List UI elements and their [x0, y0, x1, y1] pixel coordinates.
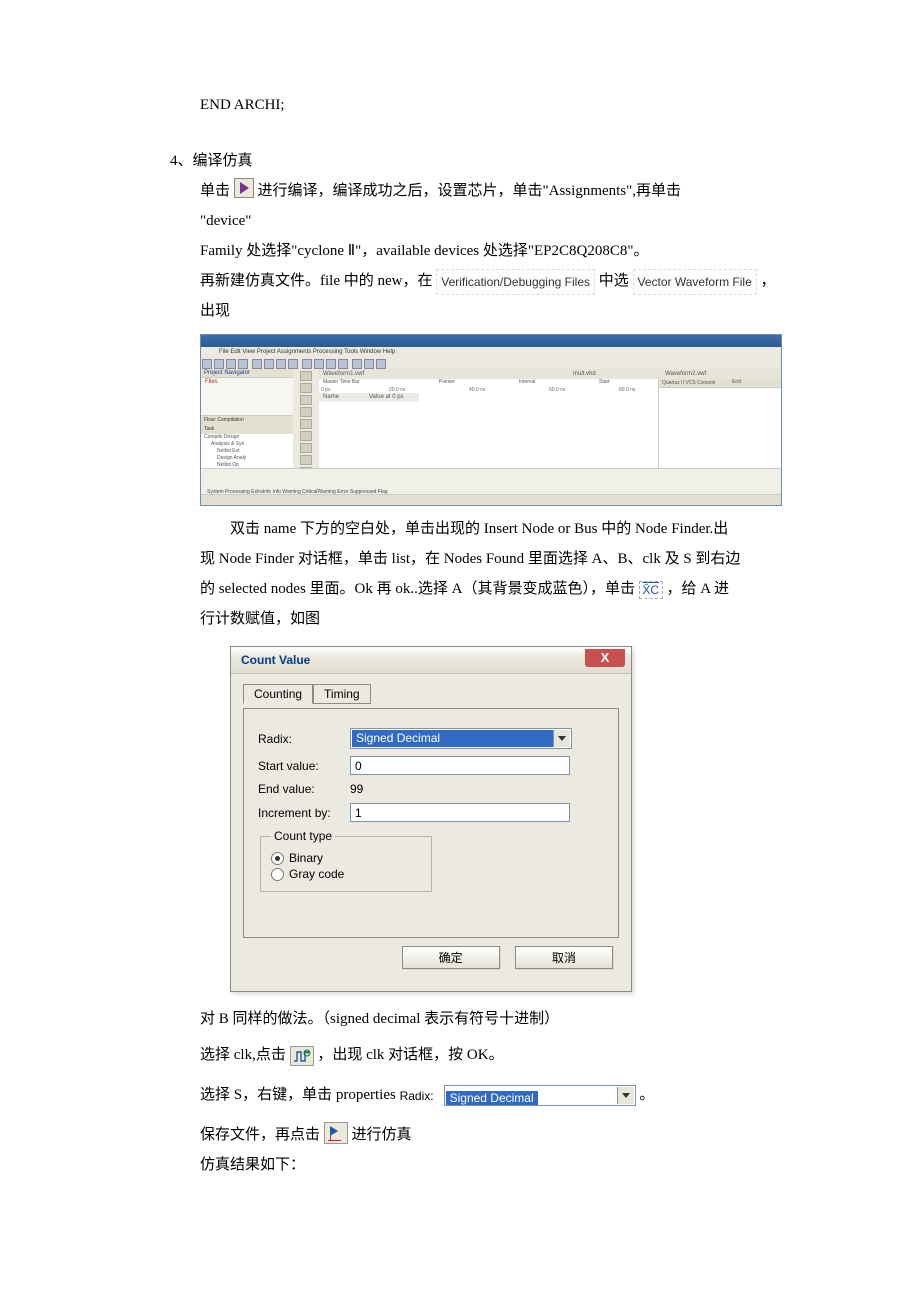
radio-binary[interactable]: Binary: [271, 851, 421, 865]
count-type-legend: Count type: [271, 829, 335, 843]
tree-item: Netlist Ext: [201, 448, 293, 455]
paragraph: Family 处选择"cyclone Ⅱ"，available devices …: [200, 236, 850, 266]
chevron-down-icon[interactable]: [553, 730, 570, 747]
count-type-group: Count type Binary Gray code: [260, 829, 432, 892]
count-value-dialog: Count Value X CountingTiming Radix: Sign…: [230, 646, 632, 992]
close-button[interactable]: X: [585, 649, 625, 667]
quartus-screenshot: File Edit View Project Assignments Proce…: [200, 334, 782, 506]
paragraph: 仿真结果如下：: [200, 1150, 850, 1180]
radix-select[interactable]: Signed Decimal: [350, 728, 572, 749]
text: 再新建仿真文件。file 中的 new，在: [200, 273, 436, 289]
tree-item: Compile Design: [201, 434, 293, 441]
cancel-button[interactable]: 取消: [515, 946, 613, 969]
nav-files: Files: [201, 378, 293, 386]
paragraph: 选择 clk,点击 ，出现 clk 对话框，按 OK。: [200, 1040, 850, 1070]
right-panel: Quartus II VCS Console End: [658, 379, 781, 469]
dialog-title: Count Value: [241, 653, 310, 667]
chevron-down-icon[interactable]: [617, 1087, 634, 1104]
inline-image-label: Verification/Debugging Files: [436, 269, 595, 295]
paragraph: 的 selected nodes 里面。Ok 再 ok..选择 A（其背景变成蓝…: [200, 574, 850, 604]
right-panel-title: Quartus II VCS Console: [659, 379, 781, 388]
nav-title: Project Navigator: [201, 369, 293, 378]
radix-select[interactable]: Signed Decimal: [444, 1085, 636, 1106]
paragraph: 再新建仿真文件。file 中的 new，在 Verification/Debug…: [200, 266, 850, 296]
paragraph: 单击 进行编译，编译成功之后，设置芯片，单击"Assignments",再单击: [200, 176, 850, 206]
text: 选择 S，右键，单击 properties: [200, 1087, 396, 1103]
dialog-body: CountingTiming Radix: Signed Decimal Sta…: [231, 674, 631, 991]
text: 。: [639, 1087, 654, 1103]
tasks-flow: Flow: Compilation: [201, 416, 293, 425]
tab-panel-counting: Radix: Signed Decimal Start value: End v…: [243, 708, 619, 938]
increment-label: Increment by:: [258, 806, 350, 820]
paragraph: 行计数赋值，如图: [200, 604, 850, 634]
start-value-input[interactable]: [350, 756, 570, 775]
radio-label: Gray code: [289, 867, 344, 881]
status-bar: [201, 494, 781, 505]
waveform-name-column: Name Value at 0 ps: [319, 393, 420, 469]
ok-button[interactable]: 确定: [402, 946, 500, 969]
text: ，: [761, 273, 776, 289]
interval-label: Interval: [519, 379, 535, 385]
end-value-text: 99: [350, 782, 363, 796]
text: 的 selected nodes 里面。Ok 再 ok..选择 A（其背景变成蓝…: [200, 581, 639, 597]
pointer-label: Pointer: [439, 379, 455, 385]
paragraph: 出现: [200, 296, 850, 326]
waveform-area: [419, 393, 659, 469]
text: 单击: [200, 183, 230, 199]
end-label: End: [732, 379, 741, 385]
messages-panel: System Processing ExtraInfo Info Warning…: [201, 468, 781, 495]
paragraph: 双击 name 下方的空白处，单击出现的 Insert Node or Bus …: [200, 514, 850, 544]
radix-select-value: Signed Decimal: [446, 1091, 538, 1105]
paragraph: "device": [200, 206, 850, 236]
radix-select-value: Signed Decimal: [352, 730, 553, 747]
text: ，给 A 进: [666, 581, 729, 597]
start-value-label: Start value:: [258, 759, 350, 773]
timeline-ruler: Master Time Bar Pointer Interval Start 0…: [319, 379, 659, 394]
radio-label: Binary: [289, 851, 323, 865]
tasks-header: Task: [201, 425, 293, 434]
text: 中选: [599, 273, 633, 289]
simulate-icon: [324, 1122, 348, 1144]
tree-item: Analysis & Syn: [201, 441, 293, 448]
text: 进行仿真: [352, 1127, 412, 1143]
start-label: Start: [599, 379, 610, 385]
play-icon: [234, 178, 254, 198]
text: 保存文件，再点击: [200, 1127, 320, 1143]
col-header: Name: [323, 394, 369, 400]
code-line: END ARCHI;: [200, 90, 850, 120]
tab-timing[interactable]: Timing: [313, 684, 371, 704]
radio-icon: [271, 868, 284, 881]
tree-item: Design Analy: [201, 455, 293, 462]
paragraph: 保存文件，再点击 进行仿真: [200, 1120, 850, 1150]
tasks-panel: Flow: Compilation Task Compile Design An…: [201, 415, 293, 469]
text: 选择 clk,点击: [200, 1047, 290, 1063]
paragraph: 选择 S，右键，单击 properties Radix: Signed Deci…: [200, 1080, 850, 1110]
xc-count-icon: X̄C: [639, 581, 663, 599]
section-title: 4、编译仿真: [170, 146, 850, 176]
inline-image-label: Vector Waveform File: [633, 269, 757, 295]
inline-radix-control: Radix: Signed Decimal: [400, 1084, 636, 1108]
paragraph: 现 Node Finder 对话框，单击 list，在 Nodes Found …: [200, 544, 850, 574]
paragraph: 对 B 同样的做法。（signed decimal 表示有符号十进制）: [200, 1004, 850, 1034]
tab-counting[interactable]: Counting: [243, 684, 313, 704]
text: ，出现 clk 对话框，按 OK。: [317, 1047, 503, 1063]
text: 进行编译，编译成功之后，设置芯片，单击"Assignments",再单击: [258, 183, 682, 199]
dialog-title-bar: Count Value X: [231, 647, 631, 674]
dialog-tabs: CountingTiming: [243, 684, 619, 704]
waveform-toolbox: [293, 369, 320, 469]
radix-label: Radix:: [258, 732, 350, 746]
master-time-bar-label: Master Time Bar: [323, 379, 360, 385]
col-header: Value at 0 ps: [369, 394, 415, 400]
document-page: END ARCHI; 4、编译仿真 单击 进行编译，编译成功之后，设置芯片，单击…: [0, 0, 920, 1270]
clock-tool-icon: [290, 1046, 314, 1066]
dialog-buttons: 确定 取消: [243, 938, 619, 977]
radio-icon: [271, 852, 284, 865]
radix-label: Radix:: [400, 1084, 434, 1108]
radio-gray-code[interactable]: Gray code: [271, 867, 421, 881]
end-value-label: End value:: [258, 782, 350, 796]
increment-input[interactable]: [350, 803, 570, 822]
